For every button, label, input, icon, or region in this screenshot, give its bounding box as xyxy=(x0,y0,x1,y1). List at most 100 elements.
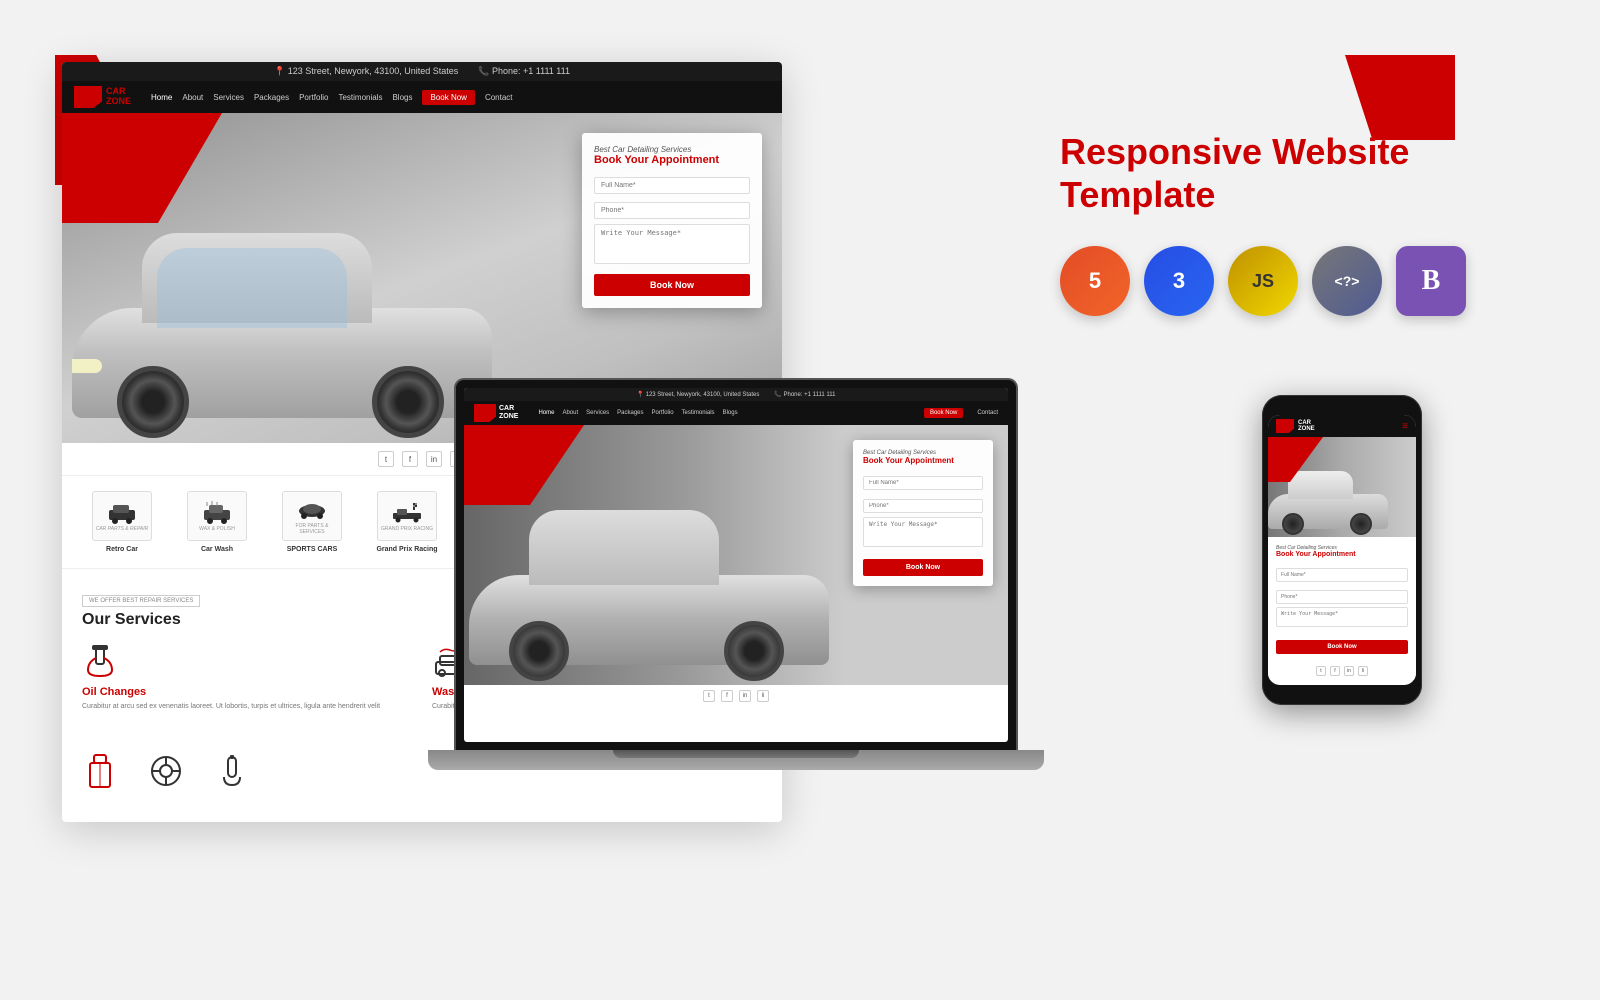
phone-booking-form: Best Car Detailing Services Book Your Ap… xyxy=(1268,537,1416,662)
desktop-booking-form: Best Car Detailing Services Book Your Ap… xyxy=(582,133,762,308)
phone-logo-badge xyxy=(1276,419,1294,433)
nav-portfolio[interactable]: Portfolio xyxy=(299,93,328,102)
laptop-book-now-button[interactable]: Book Now xyxy=(863,559,983,576)
php-symbol: <?> xyxy=(1335,273,1360,289)
brand-sports-cars: FOR PARTS & SERVICES SPORTS CARS xyxy=(272,491,352,553)
phone-navbar: CARZONE ≡ xyxy=(1268,415,1416,437)
social-instagram[interactable]: in xyxy=(426,451,442,467)
nav-packages[interactable]: Packages xyxy=(254,93,289,102)
nav-book-button[interactable]: Book Now xyxy=(422,90,474,105)
laptop-nav-contact[interactable]: Contact xyxy=(977,410,998,416)
desktop-nav-links: Home About Services Packages Portfolio T… xyxy=(151,90,770,105)
laptop-car-wheel-r xyxy=(724,621,784,681)
desktop-message-input[interactable] xyxy=(594,224,750,264)
laptop-nav-testimonials[interactable]: Testimonials xyxy=(682,410,715,416)
nav-services[interactable]: Services xyxy=(213,93,244,102)
laptop-logo-badge xyxy=(474,404,496,422)
laptop-mockup: 📍 123 Street, Newyork, 43100, United Sta… xyxy=(456,380,1016,800)
desktop-form-subtitle: Best Car Detailing Services xyxy=(594,145,750,154)
desktop-logo-text: CAR ZONE xyxy=(106,87,131,107)
nav-about[interactable]: About xyxy=(182,93,203,102)
laptop-social-instagram[interactable]: li xyxy=(757,690,769,702)
laptop-logo-text: CARZONE xyxy=(499,405,518,420)
social-facebook[interactable]: f xyxy=(402,451,418,467)
right-panel: Responsive Website Template 5 3 JS <?> B xyxy=(1060,130,1540,316)
laptop-book-button[interactable]: Book Now xyxy=(924,408,963,418)
laptop-booking-form: Best Car Detailing Services Book Your Ap… xyxy=(853,440,993,586)
brand-grandprix-logo: GRAND PRIX RACING xyxy=(377,491,437,541)
service-oil-changes: Oil Changes Curabitur at arcu sed ex ven… xyxy=(82,644,412,713)
laptop-nav-packages[interactable]: Packages xyxy=(617,410,643,416)
laptop-phone-input[interactable] xyxy=(863,499,983,513)
brand-carwash-logo: WAX & POLISH xyxy=(187,491,247,541)
phone-social-li[interactable]: li xyxy=(1358,666,1368,676)
laptop-fullname-input[interactable] xyxy=(863,476,983,490)
brand-sports-label: SPORTS CARS xyxy=(287,546,338,553)
phone-social-fb[interactable]: f xyxy=(1330,666,1340,676)
laptop-social-facebook[interactable]: f xyxy=(721,690,733,702)
laptop-social-linkedin[interactable]: in xyxy=(739,690,751,702)
laptop-car-cabin xyxy=(529,510,719,585)
car-wheel-front xyxy=(117,366,189,438)
laptop-message-input[interactable] xyxy=(863,517,983,547)
phone-fullname-input[interactable] xyxy=(1276,568,1408,582)
desktop-form-title: Book Your Appointment xyxy=(594,154,750,166)
laptop-nav-services[interactable]: Services xyxy=(586,410,609,416)
laptop-nav-blogs[interactable]: Blogs xyxy=(723,410,738,416)
laptop-screen-inner: 📍 123 Street, Newyork, 43100, United Sta… xyxy=(464,388,1008,742)
desktop-logo: CAR ZONE xyxy=(74,86,131,108)
js-symbol: JS xyxy=(1252,271,1274,292)
php-badge: <?> xyxy=(1312,246,1382,316)
social-twitter[interactable]: t xyxy=(378,451,394,467)
brand-sports-logo: FOR PARTS & SERVICES xyxy=(282,491,342,541)
desktop-address: 📍 123 Street, Newyork, 43100, United Sta… xyxy=(274,66,458,77)
laptop-hero: Best Car Detailing Services Book Your Ap… xyxy=(464,425,1008,685)
laptop-social-strip: t f in li xyxy=(464,685,1008,707)
phone-mockup: CARZONE ≡ Best Car Detailing Services Bo… xyxy=(1262,395,1422,705)
laptop-nav-home[interactable]: Home xyxy=(538,410,554,416)
laptop-form-title: Book Your Appointment xyxy=(863,456,983,465)
services-tag: WE OFFER BEST REPAIR SERVICES xyxy=(82,595,200,607)
nav-testimonials[interactable]: Testimonials xyxy=(338,93,382,102)
retro-car-icon xyxy=(107,500,137,524)
oil-changes-desc: Curabitur at arcu sed ex venenatis laore… xyxy=(82,702,380,713)
phone-phone-input[interactable] xyxy=(1276,590,1408,604)
phone-social-tw[interactable]: t xyxy=(1316,666,1326,676)
desktop-phone: 📞 Phone: +1 1111 111 xyxy=(478,66,570,77)
desktop-info-bar: 📍 123 Street, Newyork, 43100, United Sta… xyxy=(62,62,782,81)
laptop-screen: 📍 123 Street, Newyork, 43100, United Sta… xyxy=(456,380,1016,750)
phone-menu-icon[interactable]: ≡ xyxy=(1402,421,1408,432)
oil-changes-name: Oil Changes xyxy=(82,686,146,698)
laptop-nav-portfolio[interactable]: Portfolio xyxy=(652,410,674,416)
phone-logo-text: CARZONE xyxy=(1298,420,1315,432)
laptop-social-twitter[interactable]: t xyxy=(703,690,715,702)
desktop-phone-input[interactable] xyxy=(594,202,750,219)
phone-car-wr xyxy=(1350,513,1372,535)
phone-hero xyxy=(1268,437,1416,537)
car-wheel-rear xyxy=(372,366,444,438)
phone-car-cabin xyxy=(1288,471,1353,499)
phone-book-button[interactable]: Book Now xyxy=(1276,640,1408,654)
brand-car-wash: WAX & POLISH Car Wash xyxy=(177,491,257,553)
grandprix-icon xyxy=(392,500,422,524)
laptop-base xyxy=(428,750,1044,770)
desktop-fullname-input[interactable] xyxy=(594,177,750,194)
desktop-navbar: CAR ZONE Home About Services Packages Po… xyxy=(62,81,782,113)
bootstrap-symbol: B xyxy=(1422,265,1441,297)
rp-heading: Responsive Website Template xyxy=(1060,130,1540,216)
desktop-logo-icon xyxy=(74,86,102,108)
phone-notch xyxy=(1322,405,1362,411)
service-icon-1 xyxy=(82,753,118,794)
tech-badges-row: 5 3 JS <?> B xyxy=(1060,246,1540,316)
html5-badge: 5 xyxy=(1060,246,1130,316)
nav-contact[interactable]: Contact xyxy=(485,93,513,102)
oil-changes-icon xyxy=(82,644,118,680)
laptop-nav-about[interactable]: About xyxy=(562,410,578,416)
laptop-info-bar: 📍 123 Street, Newyork, 43100, United Sta… xyxy=(464,388,1008,401)
desktop-book-button[interactable]: Book Now xyxy=(594,274,750,296)
laptop-phone: 📞 Phone: +1 1111 111 xyxy=(774,391,835,398)
phone-message-input[interactable] xyxy=(1276,607,1408,627)
nav-home[interactable]: Home xyxy=(151,93,172,102)
nav-blogs[interactable]: Blogs xyxy=(392,93,412,102)
phone-social-in[interactable]: in xyxy=(1344,666,1354,676)
